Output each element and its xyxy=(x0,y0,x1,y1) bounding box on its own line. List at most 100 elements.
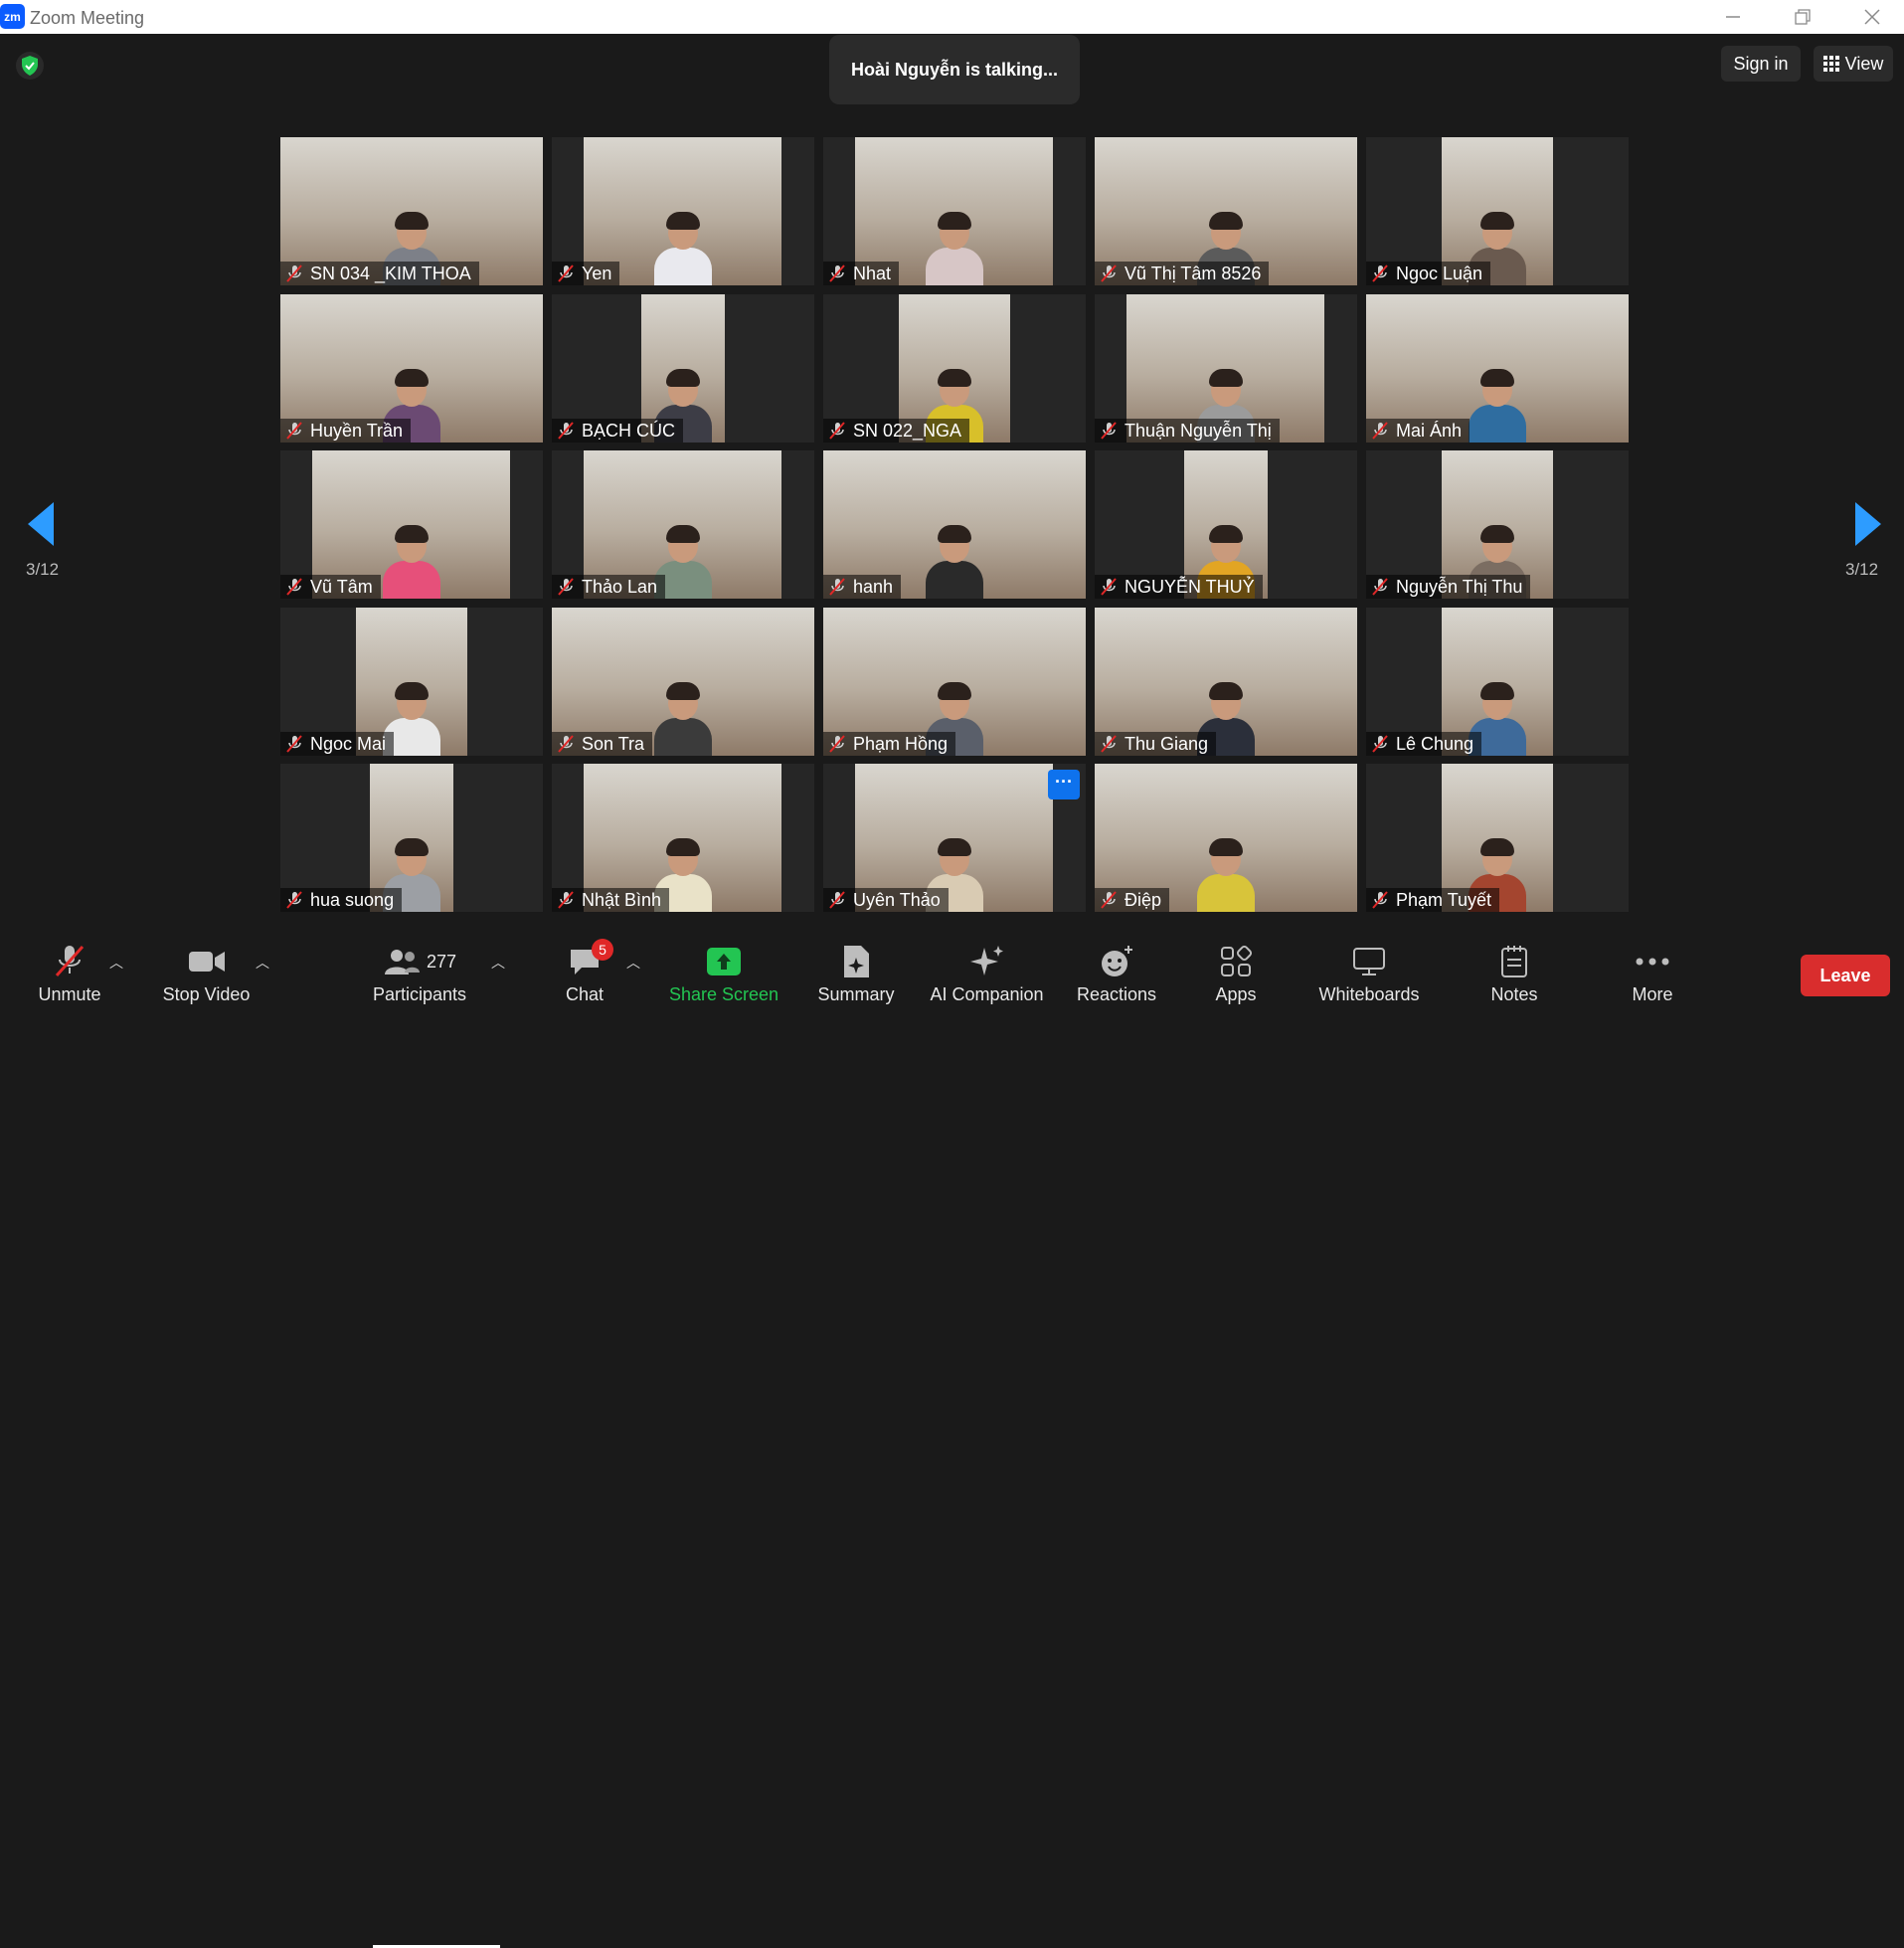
grid-icon xyxy=(1822,56,1839,72)
video-options-caret-icon[interactable]: ︿ xyxy=(256,953,269,973)
muted-microphone-icon xyxy=(829,265,845,282)
participant-name: Ngoc Mai xyxy=(310,733,387,754)
share-screen-button[interactable]: Share Screen xyxy=(664,943,783,1016)
ai-companion-button[interactable]: AI Companion xyxy=(925,943,1049,1016)
participant-video-tile[interactable]: hua suong xyxy=(280,764,543,912)
chat-label: Chat xyxy=(565,984,605,1004)
tile-options-button[interactable]: ··· xyxy=(1048,770,1080,799)
participant-name-tag: SN 022_NGA xyxy=(823,419,970,443)
participant-video-tile[interactable]: Vũ Tâm xyxy=(280,450,543,599)
next-page-arrow-icon[interactable] xyxy=(1855,502,1881,546)
participant-video-tile[interactable]: BẠCH CÚC xyxy=(552,294,814,443)
participant-video-tile[interactable]: NGUYỄN THUỶ xyxy=(1095,450,1357,599)
audio-options-caret-icon[interactable]: ︿ xyxy=(109,953,123,973)
reactions-label: Reactions xyxy=(1076,984,1157,1004)
previous-page-arrow-icon[interactable] xyxy=(28,502,54,546)
muted-microphone-icon xyxy=(1372,265,1388,282)
muted-microphone-icon xyxy=(1101,891,1117,909)
ai-sparkle-icon xyxy=(969,943,1005,980)
muted-microphone-icon xyxy=(829,891,845,909)
whiteboards-label: Whiteboards xyxy=(1318,984,1420,1004)
participant-name: Vũ Tâm xyxy=(310,576,373,597)
participant-name: Mai Ánh xyxy=(1396,420,1463,441)
reactions-smiley-icon xyxy=(1099,943,1134,980)
view-button[interactable]: View xyxy=(1814,46,1893,82)
sign-in-button[interactable]: Sign in xyxy=(1721,46,1801,82)
participant-video-tile[interactable]: Nhật Bình xyxy=(552,764,814,912)
window-title: Zoom Meeting xyxy=(30,8,145,28)
participant-name: Ngoc Luận xyxy=(1396,263,1483,283)
participant-name-tag: Thuận Nguyễn Thị xyxy=(1095,419,1280,443)
close-icon[interactable] xyxy=(1842,0,1902,34)
participant-video-tile[interactable]: Ngoc Luận xyxy=(1366,137,1629,285)
participant-name-tag: Điệp xyxy=(1095,888,1170,912)
participant-video-tile[interactable]: Thảo Lan xyxy=(552,450,814,599)
participant-name-tag: Son Tra xyxy=(552,732,653,756)
summary-button[interactable]: Summary xyxy=(811,943,901,1016)
participant-video-tile[interactable]: SN 034 _KIM THOA xyxy=(280,137,543,285)
participant-video-tile[interactable]: Điệp xyxy=(1095,764,1357,912)
share-screen-icon xyxy=(706,943,742,980)
participant-figure xyxy=(920,501,989,599)
participant-name: Thuận Nguyễn Thị xyxy=(1125,420,1272,441)
video-camera-icon xyxy=(188,943,226,980)
participant-name-tag: hua suong xyxy=(280,888,403,912)
unmute-button[interactable]: Unmute xyxy=(30,943,109,1016)
participant-name-tag: NGUYỄN THUỶ xyxy=(1095,575,1263,599)
chat-button[interactable]: 5 Chat xyxy=(550,939,619,1016)
chat-icon: 5 xyxy=(568,939,613,980)
more-label: More xyxy=(1632,984,1673,1004)
participant-video-tile[interactable]: Uyên Thảo ··· xyxy=(823,764,1086,912)
participants-button[interactable]: 277 Participants xyxy=(370,943,469,1016)
participant-video-tile[interactable]: Son Tra xyxy=(552,608,814,756)
more-button[interactable]: More xyxy=(1618,943,1687,1016)
leave-button[interactable]: Leave xyxy=(1801,955,1890,996)
participant-name: hua suong xyxy=(310,889,395,910)
chat-options-caret-icon[interactable]: ︿ xyxy=(626,953,640,973)
participants-options-caret-icon[interactable]: ︿ xyxy=(491,953,505,973)
title-bar: zm Zoom Meeting xyxy=(0,0,1904,34)
participant-video-tile[interactable]: Phạm Hồng xyxy=(823,608,1086,756)
participant-video-tile[interactable]: Phạm Tuyết xyxy=(1366,764,1629,912)
participant-video-tile[interactable]: Vũ Thị Tâm 8526 xyxy=(1095,137,1357,285)
participant-name-tag: Ngoc Luận xyxy=(1366,262,1491,285)
participant-video-tile[interactable]: SN 022_NGA xyxy=(823,294,1086,443)
security-shield-icon[interactable] xyxy=(16,52,44,80)
participant-video-tile[interactable]: hanh xyxy=(823,450,1086,599)
participant-name-tag: Lê Chung xyxy=(1366,732,1482,756)
muted-microphone-icon xyxy=(1372,578,1388,596)
participant-name: Uyên Thảo xyxy=(853,889,941,910)
apps-button[interactable]: Apps xyxy=(1201,943,1271,1016)
share-screen-label: Share Screen xyxy=(668,984,779,1004)
participant-video-tile[interactable]: Nguyễn Thị Thu xyxy=(1366,450,1629,599)
participant-name-tag: Uyên Thảo xyxy=(823,888,949,912)
participant-name-tag: Vũ Thị Tâm 8526 xyxy=(1095,262,1270,285)
reactions-button[interactable]: Reactions xyxy=(1072,943,1161,1016)
participant-video-tile[interactable]: Mai Ánh xyxy=(1366,294,1629,443)
participant-name-tag: Vũ Tâm xyxy=(280,575,381,599)
whiteboards-button[interactable]: Whiteboards xyxy=(1314,943,1424,1016)
stop-video-button[interactable]: Stop Video xyxy=(159,943,254,1016)
participant-video-tile[interactable]: Nhat xyxy=(823,137,1086,285)
participant-name: Nhat xyxy=(853,263,892,283)
participant-video-tile[interactable]: Huyền Trần xyxy=(280,294,543,443)
participant-name: Phạm Tuyết xyxy=(1396,889,1492,910)
more-dots-icon xyxy=(1636,943,1669,980)
participant-name: SN 022_NGA xyxy=(853,420,962,441)
participant-video-tile[interactable]: Ngoc Mai xyxy=(280,608,543,756)
participant-name: Thảo Lan xyxy=(582,576,658,597)
minimize-icon[interactable] xyxy=(1703,0,1763,34)
participant-video-tile[interactable]: Thu Giang xyxy=(1095,608,1357,756)
participant-figure xyxy=(1191,814,1261,912)
muted-microphone-icon xyxy=(286,578,302,596)
muted-microphone-icon xyxy=(558,891,574,909)
participant-figure xyxy=(1463,345,1532,443)
restore-icon[interactable] xyxy=(1773,0,1832,34)
participant-name-tag: Phạm Hồng xyxy=(823,732,956,756)
participant-video-tile[interactable]: Lê Chung xyxy=(1366,608,1629,756)
participant-name-tag: hanh xyxy=(823,575,902,599)
participant-video-tile[interactable]: Thuận Nguyễn Thị xyxy=(1095,294,1357,443)
participant-video-tile[interactable]: Yen xyxy=(552,137,814,285)
muted-microphone-icon xyxy=(1101,265,1117,282)
notes-button[interactable]: Notes xyxy=(1479,943,1549,1016)
